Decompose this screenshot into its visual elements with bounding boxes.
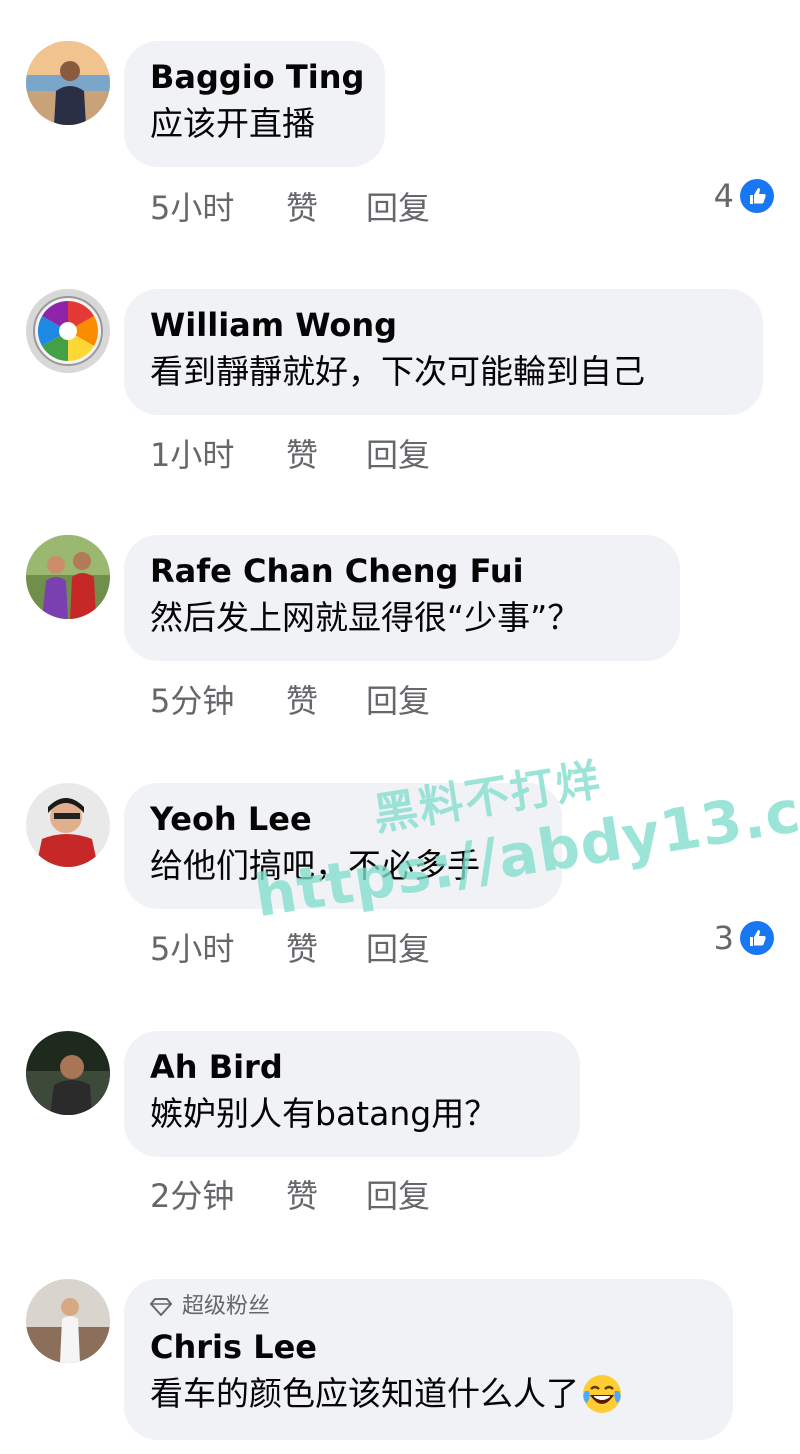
- reply-button[interactable]: 回复: [366, 430, 430, 476]
- top-fan-badge: 超级粉丝: [150, 1293, 707, 1321]
- avatar[interactable]: [26, 783, 110, 867]
- comment-text: 然后发上网就显得很“少事”？: [150, 598, 581, 637]
- commenter-name[interactable]: Chris Lee: [150, 1325, 707, 1369]
- comment-actions: 2分钟 赞 回复: [150, 1171, 430, 1217]
- commenter-name[interactable]: Ah Bird: [150, 1045, 554, 1089]
- comment-actions: 5分钟 赞 回复: [150, 676, 430, 722]
- avatar[interactable]: [26, 289, 110, 373]
- avatar[interactable]: [26, 1279, 110, 1363]
- reaction-count[interactable]: 3: [714, 918, 774, 958]
- comment-time[interactable]: 5小时: [150, 924, 286, 970]
- comment-text: 给他们搞吧，不必多手: [150, 846, 480, 885]
- commenter-name[interactable]: William Wong: [150, 303, 737, 347]
- commenter-name[interactable]: Baggio Ting: [150, 55, 364, 99]
- comment-time[interactable]: 5分钟: [150, 676, 286, 722]
- comment-text: 应该开直播: [150, 104, 315, 143]
- laughing-tears-emoji: [583, 1375, 621, 1413]
- thumbs-up-icon: [740, 179, 774, 213]
- avatar[interactable]: [26, 535, 110, 619]
- comment-text: 看车的颜色应该知道什么人了: [150, 1369, 707, 1419]
- avatar[interactable]: [26, 1031, 110, 1115]
- badge-label: 超级粉丝: [182, 1294, 271, 1319]
- commenter-name[interactable]: Yeoh Lee: [150, 797, 536, 841]
- comment-text: 看到靜靜就好，下次可能輪到自己: [150, 352, 645, 391]
- reply-button[interactable]: 回复: [366, 1171, 430, 1217]
- reaction-count[interactable]: 4: [714, 176, 774, 216]
- comment-text-content: 看车的颜色应该知道什么人了: [150, 1374, 579, 1413]
- reaction-count-value: 4: [713, 177, 734, 215]
- comment-time[interactable]: 1小时: [150, 430, 286, 476]
- reply-button[interactable]: 回复: [366, 676, 430, 722]
- reply-button[interactable]: 回复: [366, 924, 430, 970]
- like-button[interactable]: 赞: [286, 1171, 366, 1217]
- comment-actions: 5小时 赞 回复: [150, 924, 430, 970]
- like-button[interactable]: 赞: [286, 924, 366, 970]
- reaction-count-value: 3: [713, 919, 734, 957]
- avatar[interactable]: [26, 41, 110, 125]
- comment-bubble: Yeoh Lee 给他们搞吧，不必多手: [124, 783, 562, 909]
- diamond-icon: [150, 1298, 172, 1316]
- comment-text: 嫉妒别人有batang用？: [150, 1094, 498, 1133]
- reply-button[interactable]: 回复: [366, 183, 430, 229]
- comment-bubble: Baggio Ting 应该开直播: [124, 41, 385, 167]
- comment-actions: 1小时 赞 回复: [150, 430, 430, 476]
- comment-time[interactable]: 2分钟: [150, 1171, 286, 1217]
- thumbs-up-icon: [740, 921, 774, 955]
- comment-bubble: Ah Bird 嫉妒别人有batang用？: [124, 1031, 580, 1157]
- comment-time[interactable]: 5小时: [150, 183, 286, 229]
- comment-bubble: 超级粉丝 Chris Lee 看车的颜色应该知道什么人了: [124, 1279, 733, 1440]
- comment-bubble: William Wong 看到靜靜就好，下次可能輪到自己: [124, 289, 763, 415]
- like-button[interactable]: 赞: [286, 676, 366, 722]
- like-button[interactable]: 赞: [286, 430, 366, 476]
- like-button[interactable]: 赞: [286, 183, 366, 229]
- comment-bubble: Rafe Chan Cheng Fui 然后发上网就显得很“少事”？: [124, 535, 680, 661]
- comment-actions: 5小时 赞 回复: [150, 183, 430, 229]
- commenter-name[interactable]: Rafe Chan Cheng Fui: [150, 549, 654, 593]
